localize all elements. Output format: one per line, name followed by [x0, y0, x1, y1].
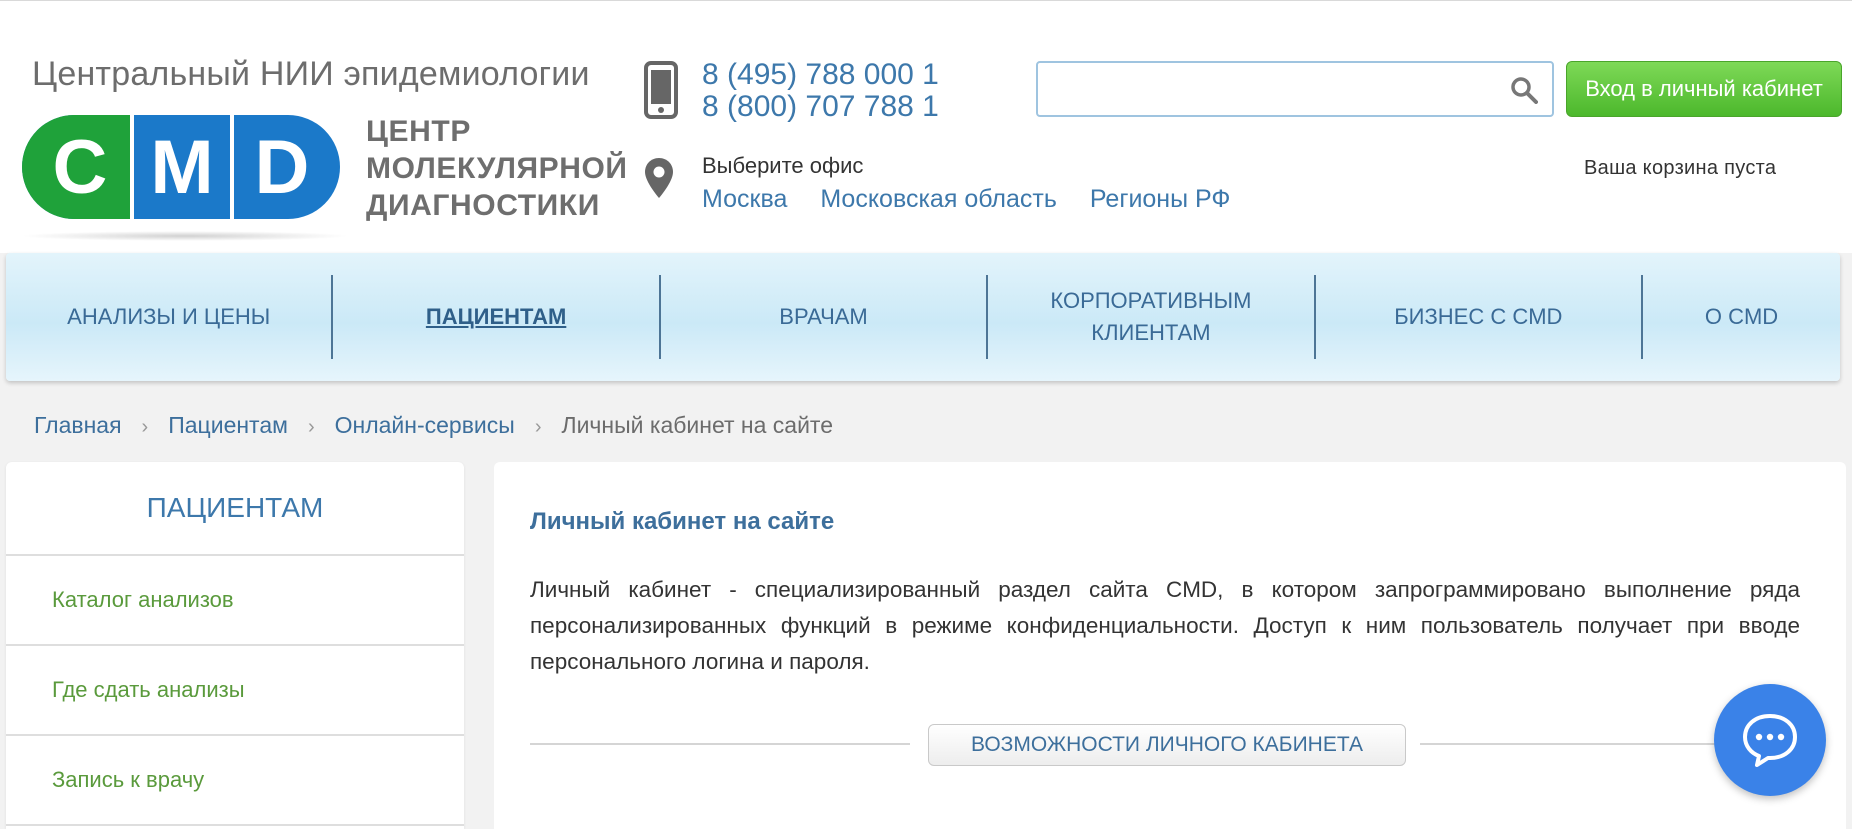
logo-sub-line: МОЛЕКУЛЯРНОЙ [366, 152, 628, 185]
office-link-moscow-region[interactable]: Московская область [820, 185, 1057, 213]
section-divider-left [530, 743, 910, 745]
svg-text:D: D [255, 125, 310, 210]
cut-off-text-line [530, 820, 1030, 829]
search-icon[interactable] [1510, 76, 1538, 104]
office-label: Выберите офис [702, 153, 864, 178]
site-header: Центральный НИИ эпидемиологии C M D ЦЕНТ… [0, 3, 1852, 253]
logo-sub-line: ДИАГНОСТИКИ [366, 189, 600, 222]
breadcrumb-current: Личный кабинет на сайте [561, 412, 834, 438]
chat-button[interactable] [1714, 684, 1826, 796]
office-link-regions[interactable]: Регионы РФ [1090, 185, 1231, 213]
logo-shadow [20, 231, 350, 241]
cart-status[interactable]: Ваша корзина пуста [1584, 157, 1776, 180]
section-heading: ВОЗМОЖНОСТИ ЛИЧНОГО КАБИНЕТА [928, 724, 1406, 766]
nav-item-doctors[interactable]: ВРАЧАМ [661, 253, 986, 381]
svg-text:C: C [53, 125, 108, 210]
sidebar-item-where-to-test[interactable]: Где сдать анализы [6, 646, 464, 736]
sidebar-item-catalog[interactable]: Каталог анализов [6, 556, 464, 646]
phone-numbers: 8 (495) 788 000 1 8 (800) 707 788 1 [702, 59, 939, 123]
breadcrumb-link[interactable]: Пациентам [168, 412, 288, 438]
breadcrumb-link[interactable]: Онлайн-сервисы [335, 412, 515, 438]
office-links: Москва Московская область Регионы РФ [702, 185, 1256, 214]
page-title: Личный кабинет на сайте [530, 508, 835, 535]
breadcrumb-chevron-icon: › [141, 416, 149, 438]
cmd-logo[interactable]: C M D [22, 115, 340, 219]
nav-item-patients[interactable]: ПАЦИЕНТАМ [333, 253, 658, 381]
phone-icon [644, 61, 678, 119]
logo-sub-line: ЦЕНТР [366, 115, 471, 148]
sidebar-item-doctor-appointment[interactable]: Запись к врачу [6, 736, 464, 826]
breadcrumb-link[interactable]: Главная [34, 412, 122, 438]
login-button[interactable]: Вход в личный кабинет [1566, 61, 1842, 117]
location-pin-icon [645, 158, 673, 198]
org-name: Центральный НИИ эпидемиологии [32, 55, 590, 93]
sidebar: ПАЦИЕНТАМ Каталог анализов Где сдать ана… [6, 462, 464, 829]
breadcrumb: Главная › Пациентам › Онлайн-сервисы › Личный … [34, 412, 833, 439]
office-link-moscow[interactable]: Москва [702, 185, 787, 213]
main-content: Личный кабинет на сайте Личный кабинет -… [494, 462, 1846, 829]
svg-text:M: M [150, 125, 213, 210]
breadcrumb-chevron-icon: › [534, 416, 542, 438]
nav-item-business[interactable]: БИЗНЕС С CMD [1316, 253, 1641, 381]
section-divider-right [1420, 743, 1720, 745]
phone-number[interactable]: 8 (495) 788 000 1 [702, 59, 939, 91]
search-box [1036, 61, 1554, 117]
page-description: Личный кабинет - специализированный разд… [530, 577, 1800, 674]
sidebar-title: ПАЦИЕНТАМ [6, 462, 464, 556]
nav-item-corporate[interactable]: КОРПОРАТИВНЫМ КЛИЕНТАМ [988, 253, 1313, 381]
phone-number[interactable]: 8 (800) 707 788 1 [702, 91, 939, 123]
breadcrumb-chevron-icon: › [307, 416, 315, 438]
nav-item-about[interactable]: О CMD [1643, 253, 1840, 381]
main-nav: АНАЛИЗЫ И ЦЕНЫ ПАЦИЕНТАМ ВРАЧАМ КОРПОРАТ… [6, 253, 1840, 381]
nav-item-analyses[interactable]: АНАЛИЗЫ И ЦЕНЫ [6, 253, 331, 381]
search-input[interactable] [1046, 71, 1486, 107]
logo-subtitle: ЦЕНТР МОЛЕКУЛЯРНОЙ ДИАГНОСТИКИ [366, 113, 628, 224]
chat-icon [1743, 714, 1797, 767]
